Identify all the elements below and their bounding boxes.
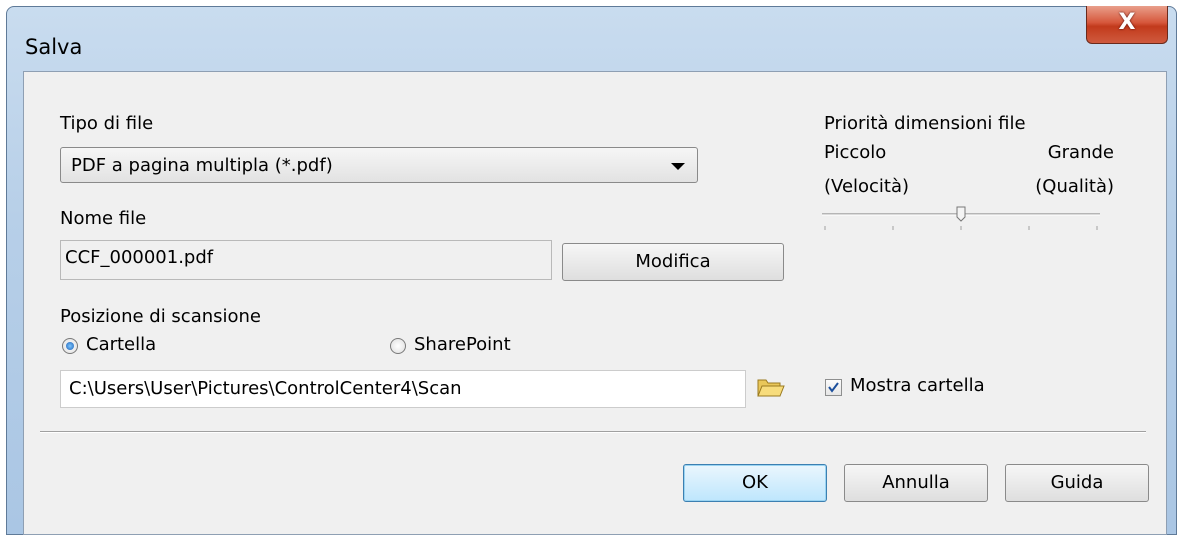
separator [40,431,1146,433]
slider-thumb [956,206,966,222]
file-name-value: CCF_000001.pdf [65,247,214,268]
help-button[interactable]: Guida [1005,464,1149,502]
scan-location-label: Posizione di scansione [60,306,262,327]
slider-min-label: Piccolo [824,142,887,163]
slider-ticks [824,226,1098,230]
close-icon: X [1118,10,1136,35]
title-bar[interactable]: Salva X [7,6,1176,71]
cancel-button[interactable]: Annulla [844,464,988,502]
show-folder-label[interactable]: Mostra cartella [850,375,985,396]
slider-max-label: Grande [1047,142,1114,163]
show-folder-checkbox[interactable] [825,379,842,396]
chevron-down-icon [671,163,685,170]
slider-max-sublabel: (Qualità) [1035,176,1114,197]
save-dialog: Salva X Tipo di file PDF a pagina multip… [6,6,1177,535]
sharepoint-radio[interactable] [390,338,406,354]
folder-radio[interactable] [62,338,78,354]
checkmark-icon [828,382,839,393]
file-type-select[interactable]: PDF a pagina multipla (*.pdf) [60,147,698,183]
dialog-content: Tipo di file PDF a pagina multipla (*.pd… [23,71,1167,535]
scan-path-input[interactable]: C:\Users\User\Pictures\ControlCenter4\Sc… [60,370,746,408]
file-type-label: Tipo di file [60,113,154,134]
slider-min-sublabel: (Velocità) [824,176,910,197]
scan-path-value: C:\Users\User\Pictures\ControlCenter4\Sc… [69,378,462,399]
file-type-value: PDF a pagina multipla (*.pdf) [71,155,333,176]
close-button[interactable]: X [1086,6,1168,44]
browse-folder-icon[interactable] [756,374,786,402]
ok-button[interactable]: OK [683,464,827,502]
file-name-field: CCF_000001.pdf [60,240,552,280]
edit-button[interactable]: Modifica [562,243,784,281]
folder-radio-label[interactable]: Cartella [86,334,156,355]
size-priority-label: Priorità dimensioni file [824,113,1026,134]
dialog-title: Salva [25,35,83,59]
file-name-label: Nome file [60,208,147,229]
sharepoint-radio-label[interactable]: SharePoint [414,334,511,355]
size-priority-slider[interactable] [820,204,1110,234]
